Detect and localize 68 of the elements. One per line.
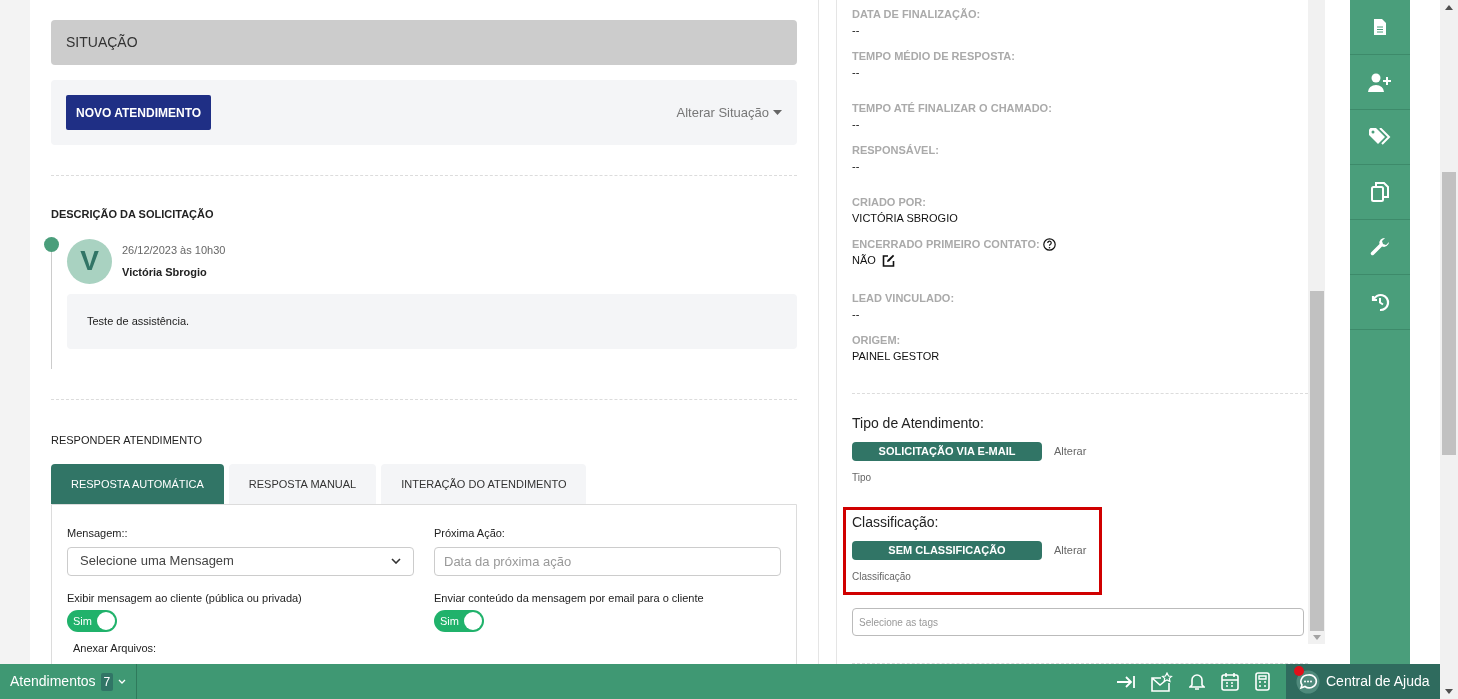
chevron-down-icon [391,558,401,564]
history-icon[interactable] [1370,292,1390,312]
bell-icon[interactable] [1189,672,1205,691]
scrollbar[interactable] [1308,0,1325,644]
avatar: V [67,238,112,284]
toggle-label: Enviar conteúdo da mensagem por email para o cliente [434,590,704,606]
field-label: Mensagem:: [67,526,129,541]
entry-date: 26/12/2023 às 10h30 [122,242,226,258]
section-title: RESPONDER ATENDIMENTO [51,432,204,448]
wrench-icon[interactable] [1370,237,1390,257]
tab[interactable]: INTERAÇÃO DO ATENDIMENTO [381,464,587,504]
category-badge: SEM CLASSIFICAÇÃO [852,541,1042,560]
field-value: VICTÓRIA SBROGIO [852,211,958,225]
count-badge: 7 [100,672,114,691]
next-action-field[interactable]: Data da próxima ação [434,546,781,576]
field-label: LEAD VINCULADO: [852,291,955,305]
change-link[interactable]: Alterar [1054,443,1087,460]
collapse-icon[interactable] [1116,674,1135,689]
field-label: Próxima Ação: [434,526,506,541]
help-icon[interactable] [1042,237,1056,251]
section-title: Classificação: [852,513,940,532]
message-text: Teste de assistência. [67,293,797,349]
chevron-down-icon [118,679,127,684]
field-label: ORIGEM: [852,333,901,347]
document-icon[interactable] [1373,18,1387,36]
field-value: NÃO [852,253,876,267]
field-value: -- [852,117,860,131]
section-title: DESCRIÇÃO DA SOLICITAÇÃO [51,207,215,222]
page-scrollbar[interactable] [1440,0,1458,699]
field-value: PAINEL GESTOR [852,349,940,363]
section-title: Tipo de Atendimento: [852,414,985,433]
help-center-button[interactable]: Central de Ajuda [1286,664,1440,699]
copy-icon[interactable] [1371,182,1389,202]
field-label: Anexar Arquivos: [73,641,158,656]
field-value: -- [852,307,860,321]
mail-star-icon[interactable] [1151,671,1173,692]
new-ticket-button[interactable]: NOVO ATENDIMENTO [66,95,212,130]
calculator-icon[interactable] [1255,672,1270,691]
change-link[interactable]: Alterar [1054,542,1087,559]
tags-field[interactable]: Selecione as tags [852,608,1304,636]
message-select[interactable]: Selecione uma Mensagem [67,546,414,576]
field-value: -- [852,159,860,173]
category-badge: SOLICITAÇÃO VIA E-MAIL [852,442,1042,461]
tickets-menu[interactable]: Atendimentos 7 [0,664,138,699]
change-status-dropdown[interactable]: Alterar Situação [676,102,782,123]
add-user-icon[interactable] [1368,72,1392,92]
caption: Classificação [852,570,912,584]
scroll-down-icon[interactable] [1445,689,1453,694]
situation-header: SITUAÇÃO [51,20,797,65]
field-label: CRIADO POR: [852,195,926,209]
tab[interactable]: RESPOSTA AUTOMÁTICA [51,464,224,504]
caption: Tipo [852,471,873,485]
field-value: -- [852,65,860,79]
edit-icon[interactable] [881,253,895,267]
field-label: DATA DE FINALIZAÇÃO: [852,7,981,21]
field-value: -- [852,23,860,37]
tab[interactable]: RESPOSTA MANUAL [228,464,377,504]
toggle-label: Exibir mensagem ao cliente (pública ou privada) [67,590,302,606]
calendar-icon[interactable] [1221,672,1239,691]
field-label: TEMPO MÉDIO DE RESPOSTA: [852,49,1015,63]
scroll-up-icon[interactable] [1445,5,1453,10]
field-label: TEMPO ATÉ FINALIZAR O CHAMADO: [852,101,1052,115]
field-label: RESPONSÁVEL: [852,143,939,157]
caret-down-icon [773,110,782,115]
tags-icon[interactable] [1369,128,1391,146]
field-label: ENCERRADO PRIMEIRO CONTATO: [852,237,1040,251]
author-name: Victória Sbrogio [122,265,208,280]
chat-icon [1296,669,1320,694]
